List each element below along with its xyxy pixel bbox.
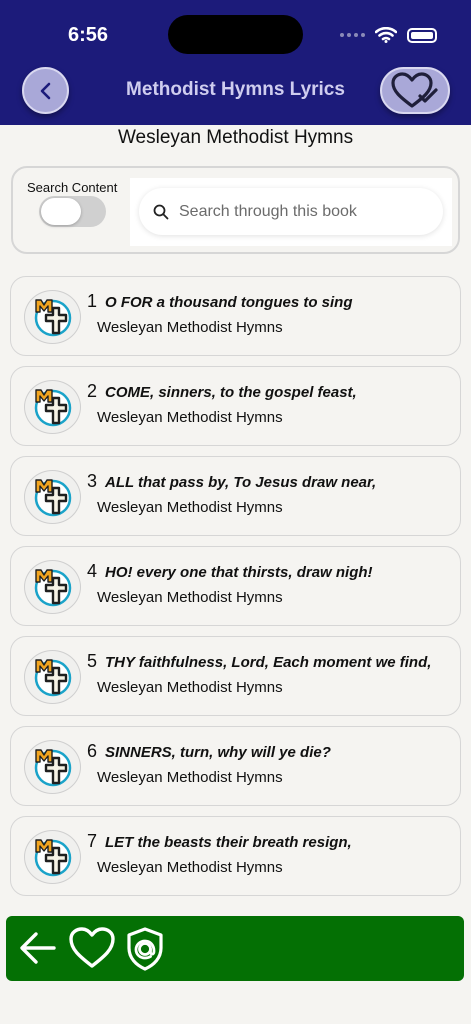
search-input[interactable]	[179, 202, 429, 221]
hymn-number: 1	[87, 291, 98, 311]
methodist-cross-icon	[34, 749, 71, 787]
methodist-cross-icon	[34, 659, 71, 697]
hymn-book-name: Wesleyan Methodist Hymns	[97, 499, 283, 516]
hymn-book-name: Wesleyan Methodist Hymns	[97, 589, 283, 606]
hymn-book-name: Wesleyan Methodist Hymns	[97, 319, 283, 336]
hymn-first-line: LET the beasts their breath resign,	[105, 834, 352, 851]
battery-icon	[407, 27, 437, 43]
nav-privacy-button[interactable]	[124, 926, 166, 972]
methodist-cross-icon	[34, 839, 71, 877]
hymn-avatar	[24, 380, 81, 434]
hymn-list-item[interactable]: 6 SINNERS, turn, why will ye die? Wesley…	[10, 726, 461, 806]
favorites-button[interactable]	[380, 67, 450, 114]
dynamic-island	[168, 15, 303, 54]
wifi-icon	[375, 27, 397, 43]
nav-back-button[interactable]	[16, 926, 60, 970]
methodist-cross-icon	[34, 389, 71, 427]
app-header: 6:56 Methodist Hymns Lyrics	[0, 0, 471, 125]
hymn-first-line: O FOR a thousand tongues to sing	[105, 294, 353, 311]
heart-check-icon	[391, 71, 438, 108]
hymn-number: 7	[87, 831, 98, 851]
methodist-cross-icon	[34, 299, 71, 337]
hymn-avatar	[24, 470, 81, 524]
hymn-first-line: THY faithfulness, Lord, Each moment we f…	[105, 654, 432, 671]
hymn-book-name: Wesleyan Methodist Hymns	[97, 769, 283, 786]
cellular-signal-icon	[340, 33, 365, 37]
hymn-list-item[interactable]: 7 LET the beasts their breath resign, We…	[10, 816, 461, 896]
hymn-avatar	[24, 650, 81, 704]
search-panel: Search Content	[11, 166, 460, 254]
hymn-avatar	[24, 830, 81, 884]
hymn-avatar	[24, 290, 81, 344]
methodist-cross-icon	[34, 569, 71, 607]
status-time: 6:56	[68, 24, 109, 46]
hymn-list-item[interactable]: 2 COME, sinners, to the gospel feast, We…	[10, 366, 461, 446]
hymn-number: 4	[87, 561, 98, 581]
methodist-cross-icon	[34, 479, 71, 517]
hymn-first-line: SINNERS, turn, why will ye die?	[105, 744, 331, 761]
book-title: Wesleyan Methodist Hymns	[117, 127, 354, 148]
hymn-avatar	[24, 740, 81, 794]
search-content-toggle[interactable]	[39, 196, 106, 227]
hymn-first-line: COME, sinners, to the gospel feast,	[105, 384, 357, 401]
hymn-book-name: Wesleyan Methodist Hymns	[97, 409, 283, 426]
hymn-list-item[interactable]: 4 HO! every one that thirsts, draw nigh!…	[10, 546, 461, 626]
hymn-first-line: ALL that pass by, To Jesus draw near,	[105, 474, 377, 491]
search-box	[130, 178, 452, 246]
search-bar[interactable]	[139, 188, 443, 235]
status-icons	[340, 27, 437, 43]
arrow-left-icon	[20, 932, 56, 964]
toggle-knob	[41, 198, 81, 225]
nav-favorite-button[interactable]	[68, 926, 116, 970]
hymn-book-name: Wesleyan Methodist Hymns	[97, 859, 283, 876]
hymn-book-name: Wesleyan Methodist Hymns	[97, 679, 283, 696]
hymn-number: 6	[87, 741, 98, 761]
shield-at-icon	[127, 927, 163, 971]
heart-icon	[69, 927, 115, 968]
bottom-navigation-bar	[6, 916, 464, 981]
search-icon	[153, 204, 169, 219]
hymn-list-item[interactable]: 3 ALL that pass by, To Jesus draw near, …	[10, 456, 461, 536]
hymn-number: 5	[87, 651, 98, 671]
search-content-label: Search Content	[27, 180, 118, 195]
hymn-number: 2	[87, 381, 98, 401]
hymn-first-line: HO! every one that thirsts, draw nigh!	[105, 564, 373, 581]
hymn-list-item[interactable]: 1 O FOR a thousand tongues to sing Wesle…	[10, 276, 461, 356]
hymn-list-item[interactable]: 5 THY faithfulness, Lord, Each moment we…	[10, 636, 461, 716]
hymn-avatar	[24, 560, 81, 614]
hymn-number: 3	[87, 471, 98, 491]
